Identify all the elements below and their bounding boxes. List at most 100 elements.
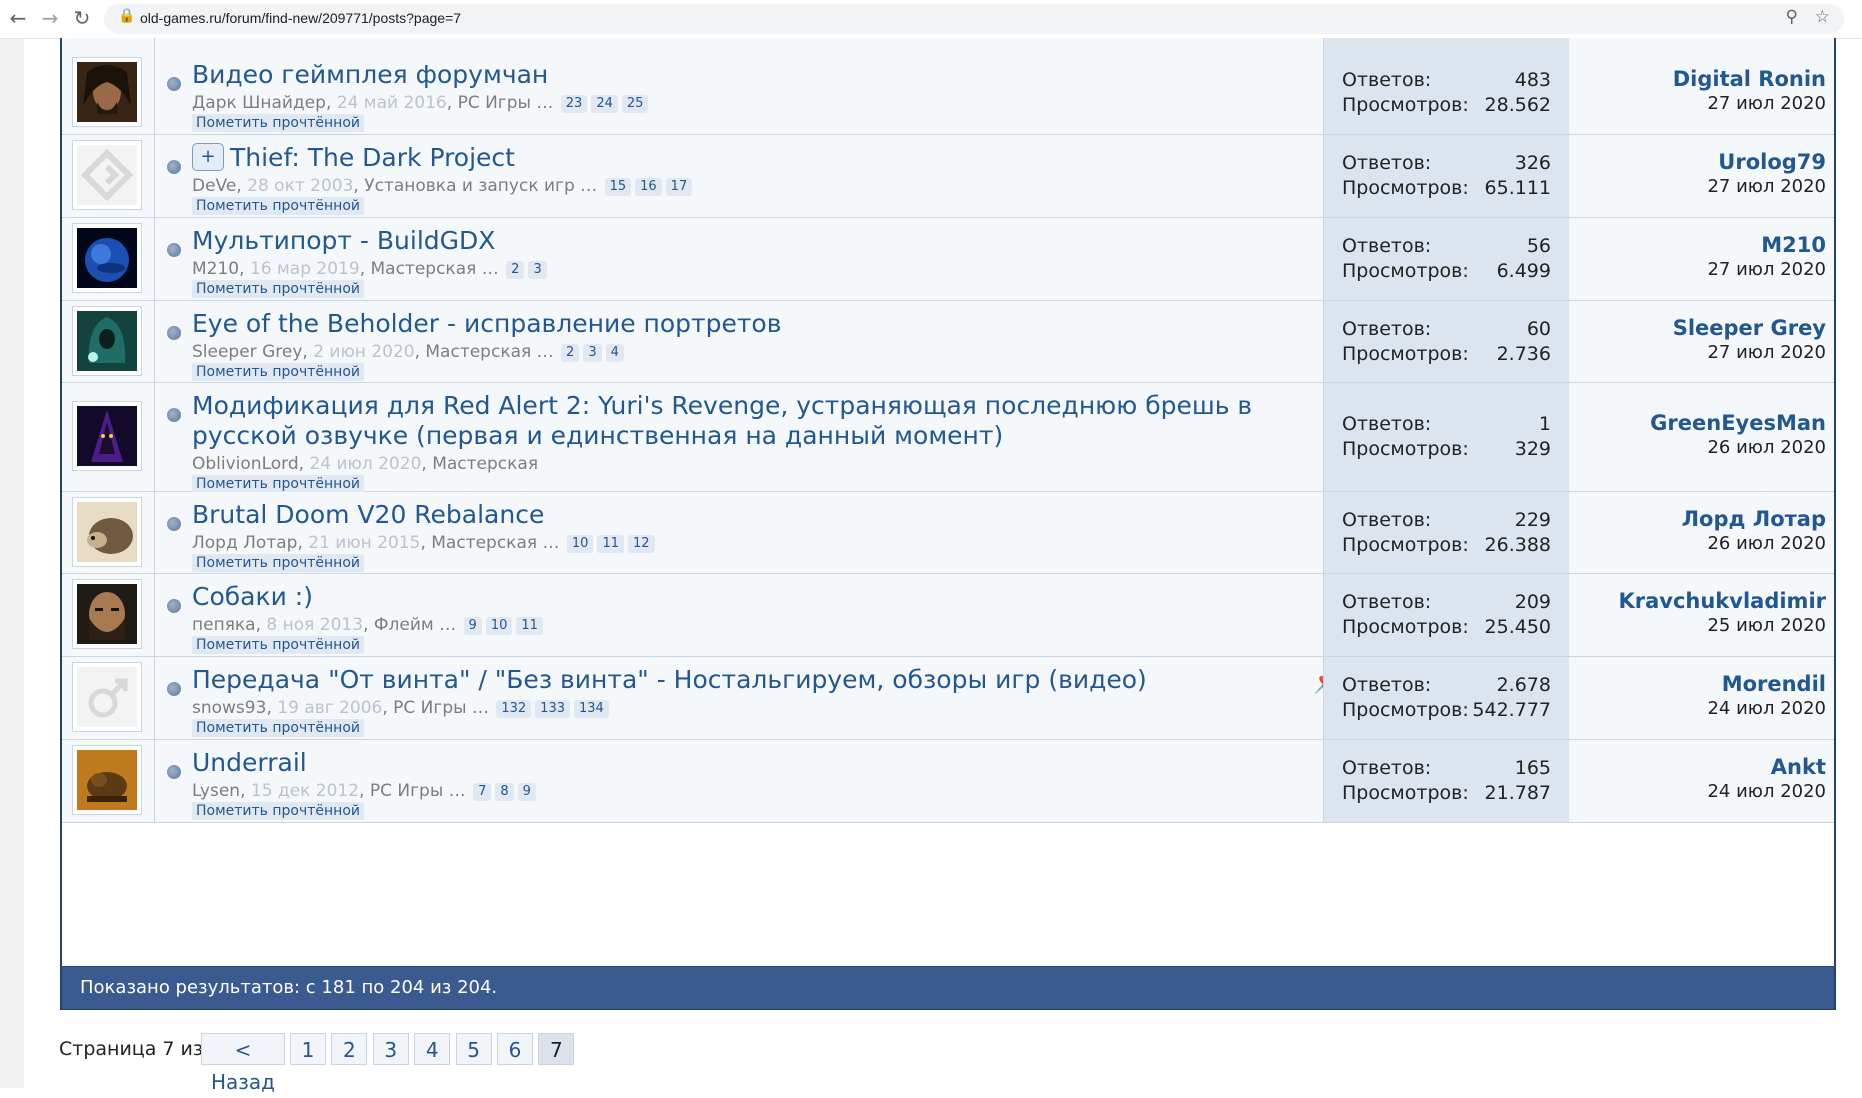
- thread-page-link[interactable]: 2: [506, 261, 525, 279]
- thread-forum[interactable]: Мастерская: [432, 454, 538, 474]
- thread-author[interactable]: OblivionLord: [192, 454, 299, 474]
- mark-read-link[interactable]: Пометить прочтённой: [192, 197, 364, 215]
- last-post-date[interactable]: 24 июл 2020: [1707, 781, 1826, 802]
- thread-title-text[interactable]: Модификация для Red Alert 2: Yuri's Reve…: [192, 391, 1252, 450]
- mark-read-link[interactable]: Пометить прочтённой: [192, 554, 364, 572]
- avatar[interactable]: [72, 305, 142, 376]
- last-post-user[interactable]: Morendil: [1722, 672, 1826, 696]
- prev-page-button[interactable]: < Назад: [201, 1033, 285, 1094]
- thread-page-link[interactable]: 132: [496, 700, 532, 718]
- mark-read-link[interactable]: Пометить прочтённой: [192, 114, 364, 132]
- mark-read-link[interactable]: Пометить прочтённой: [192, 719, 364, 737]
- last-post-date[interactable]: 24 июл 2020: [1707, 698, 1826, 719]
- page-number-button[interactable]: 4: [414, 1033, 451, 1065]
- thread-page-link[interactable]: 9: [517, 783, 536, 801]
- last-post-user[interactable]: Digital Ronin: [1673, 67, 1826, 91]
- thread-status-icon[interactable]: [167, 408, 181, 422]
- thread-forum[interactable]: Установка и запуск игр: [364, 176, 575, 196]
- thread-page-link[interactable]: 23: [560, 95, 588, 113]
- page-number-button[interactable]: 6: [497, 1033, 533, 1065]
- thread-author[interactable]: Lysen: [192, 781, 240, 801]
- last-post-date[interactable]: 25 июл 2020: [1707, 615, 1826, 636]
- mark-read-link[interactable]: Пометить прочтённой: [192, 802, 364, 820]
- thread-page-link[interactable]: 3: [583, 344, 602, 362]
- thread-title[interactable]: Передача "От винта" / "Без винта" - Ност…: [192, 665, 1312, 695]
- thread-forum[interactable]: Мастерская: [431, 533, 537, 553]
- mark-read-link[interactable]: Пометить прочтённой: [192, 363, 364, 381]
- url-text[interactable]: old-games.ru/forum/find-new/209771/posts…: [140, 10, 461, 26]
- last-post-date[interactable]: 27 июл 2020: [1707, 93, 1826, 114]
- reload-icon[interactable]: ↻: [68, 4, 96, 32]
- thread-author[interactable]: snows93: [192, 698, 266, 718]
- thread-page-link[interactable]: 12: [628, 535, 655, 553]
- last-post-date[interactable]: 26 июл 2020: [1707, 533, 1826, 554]
- thread-title[interactable]: + Thief: The Dark Project: [192, 143, 1312, 173]
- last-post-date[interactable]: 27 июл 2020: [1707, 259, 1826, 280]
- thread-page-link[interactable]: 10: [566, 535, 594, 553]
- thread-status-icon[interactable]: [167, 517, 181, 531]
- thread-status-icon[interactable]: [167, 160, 181, 174]
- star-icon[interactable]: ☆: [1815, 7, 1830, 27]
- avatar[interactable]: [72, 140, 142, 210]
- thread-page-link[interactable]: 2: [561, 344, 580, 362]
- thread-page-link[interactable]: 10: [485, 617, 513, 635]
- thread-forum[interactable]: Мастерская: [371, 259, 477, 279]
- last-post-user[interactable]: Sleeper Grey: [1673, 316, 1826, 340]
- avatar[interactable]: [72, 223, 142, 293]
- avatar[interactable]: [72, 745, 142, 815]
- thread-title-text[interactable]: Thief: The Dark Project: [230, 143, 515, 172]
- address-bar[interactable]: 🔒 old-games.ru/forum/find-new/209771/pos…: [104, 4, 1844, 34]
- thread-title[interactable]: Модификация для Red Alert 2: Yuri's Reve…: [192, 391, 1312, 451]
- avatar[interactable]: [72, 496, 142, 567]
- thread-title-text[interactable]: Собаки :): [192, 582, 313, 611]
- expand-prefix-button[interactable]: +: [192, 143, 224, 171]
- last-post-user[interactable]: Ankt: [1771, 755, 1826, 779]
- last-post-date[interactable]: 26 июл 2020: [1707, 437, 1826, 458]
- thread-forum[interactable]: PC Игры: [370, 781, 443, 801]
- back-icon[interactable]: ←: [4, 4, 32, 32]
- mark-read-link[interactable]: Пометить прочтённой: [192, 636, 364, 654]
- thread-title-text[interactable]: Brutal Doom V20 Rebalance: [192, 500, 544, 529]
- last-post-date[interactable]: 27 июл 2020: [1707, 176, 1826, 197]
- last-post-user[interactable]: M210: [1761, 233, 1826, 257]
- thread-page-link[interactable]: 24: [591, 95, 618, 113]
- zoom-icon[interactable]: ⚲: [1786, 7, 1798, 27]
- thread-page-link[interactable]: 7: [473, 783, 492, 801]
- thread-page-link[interactable]: 11: [516, 617, 543, 635]
- thread-page-link[interactable]: 133: [535, 700, 570, 718]
- thread-title[interactable]: Мультипорт - BuildGDX: [192, 226, 1312, 256]
- page-number-button[interactable]: 1: [290, 1033, 326, 1065]
- page-number-button[interactable]: 7: [538, 1033, 575, 1065]
- avatar[interactable]: [72, 662, 142, 732]
- thread-author[interactable]: M210: [192, 259, 239, 279]
- thread-title[interactable]: Видео геймплея форумчан: [192, 60, 1312, 90]
- thread-title[interactable]: Underrail: [192, 748, 1312, 778]
- avatar[interactable]: [72, 57, 142, 127]
- thread-author[interactable]: пепяка: [192, 615, 256, 635]
- thread-author[interactable]: Sleeper Grey: [192, 342, 302, 362]
- mark-read-link[interactable]: Пометить прочтённой: [192, 475, 364, 493]
- mark-read-link[interactable]: Пометить прочтённой: [192, 280, 364, 298]
- thread-status-icon[interactable]: [167, 326, 181, 340]
- last-post-user[interactable]: Urolog79: [1718, 150, 1826, 174]
- thread-title[interactable]: Eye of the Beholder - исправление портре…: [192, 309, 1312, 339]
- avatar[interactable]: [72, 579, 142, 649]
- page-number-button[interactable]: 5: [455, 1033, 492, 1065]
- thread-page-link[interactable]: 9: [463, 617, 482, 635]
- last-post-user[interactable]: Kravchukvladimir: [1618, 589, 1826, 613]
- thread-status-icon[interactable]: [167, 243, 181, 257]
- thread-author[interactable]: Лорд Лотар: [192, 533, 297, 553]
- thread-title-text[interactable]: Eye of the Beholder - исправление портре…: [192, 309, 781, 338]
- thread-author[interactable]: Дарк Шнайдер: [192, 93, 326, 113]
- page-number-button[interactable]: 2: [331, 1033, 368, 1065]
- thread-forum[interactable]: Флейм: [374, 615, 434, 635]
- thread-status-icon[interactable]: [167, 599, 181, 613]
- thread-title[interactable]: Собаки :): [192, 582, 1312, 612]
- thread-forum[interactable]: PC Игры: [458, 93, 531, 113]
- last-post-user[interactable]: GreenEyesMan: [1650, 411, 1826, 435]
- thread-title[interactable]: Brutal Doom V20 Rebalance: [192, 500, 1312, 530]
- last-post-date[interactable]: 27 июл 2020: [1707, 342, 1826, 363]
- thread-title-text[interactable]: Видео геймплея форумчан: [192, 60, 548, 89]
- thread-status-icon[interactable]: [167, 765, 181, 779]
- thread-status-icon[interactable]: [167, 77, 181, 91]
